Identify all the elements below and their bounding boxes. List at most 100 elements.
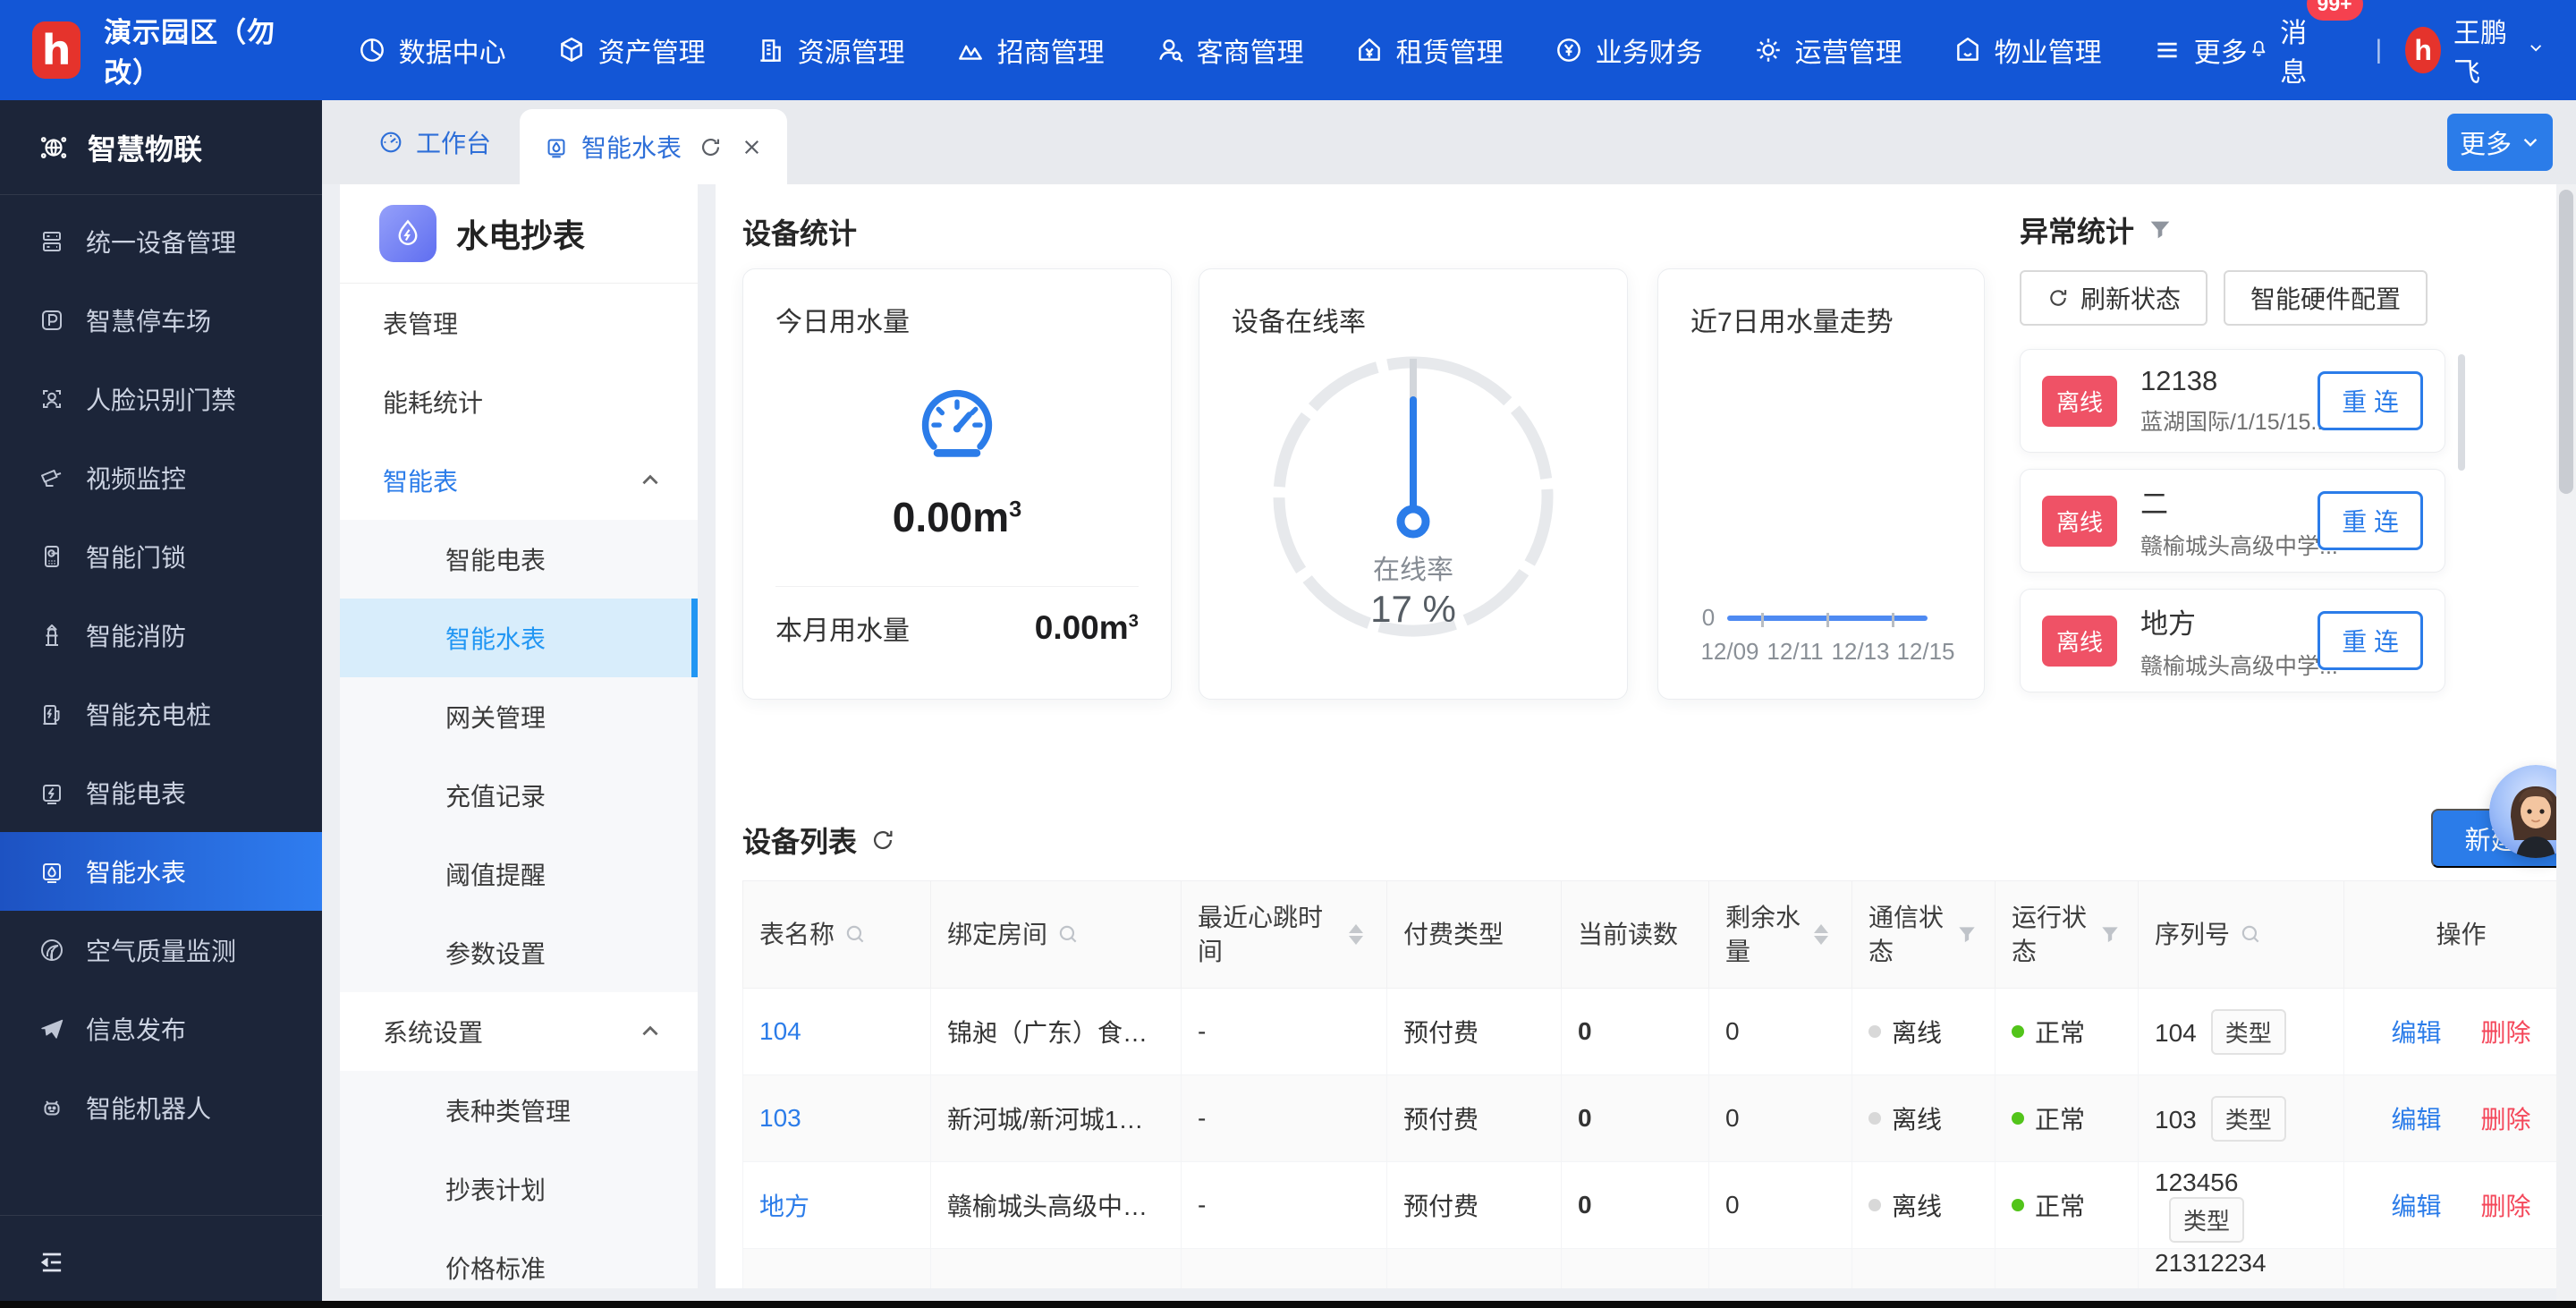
brand-logo-icon[interactable]: h xyxy=(32,21,80,79)
sidebar-item-robot[interactable]: 智能机器人 xyxy=(0,1068,322,1147)
trend-chart: 0 12/09 12/11 12/13 12/15 xyxy=(1690,559,1959,668)
reconnect-button[interactable]: 重 连 xyxy=(2318,371,2423,430)
search-icon[interactable] xyxy=(1056,922,1080,946)
refresh-status-button[interactable]: 刷新状态 xyxy=(2020,270,2207,326)
tabbar-more-button[interactable]: 更多 xyxy=(2447,114,2553,171)
submenu-item-price-standard[interactable]: 价格标准 xyxy=(340,1228,698,1288)
nav-item-resource[interactable]: 资源管理 xyxy=(756,30,905,70)
tab-smart-water-meter[interactable]: 智能水表 xyxy=(520,109,787,184)
sidebar-item-parking[interactable]: 智慧停车场 xyxy=(0,281,322,360)
sort-control[interactable] xyxy=(1814,924,1828,945)
edit-action[interactable]: 编辑 xyxy=(2391,1019,2441,1047)
offline-dot xyxy=(1868,1025,1881,1038)
tabbar-more-label: 更多 xyxy=(2460,123,2512,161)
device-location: 赣榆城头高级中学... xyxy=(2140,649,2318,681)
delete-action[interactable]: 删除 xyxy=(2481,1193,2531,1220)
meter-name-link[interactable]: 104 xyxy=(759,1017,801,1045)
collapse-menu-icon[interactable] xyxy=(36,1246,68,1278)
hardware-config-button[interactable]: 智能硬件配置 xyxy=(2224,270,2428,326)
reconnect-button[interactable]: 重 连 xyxy=(2318,611,2423,670)
water-meter-icon xyxy=(38,857,66,886)
nav-item-merchant[interactable]: 客商管理 xyxy=(1155,30,1304,70)
sort-control[interactable] xyxy=(1349,924,1363,945)
submenu-item-meter-types[interactable]: 表种类管理 xyxy=(340,1071,698,1150)
submenu-item-params[interactable]: 参数设置 xyxy=(340,913,698,992)
nav-item-investment[interactable]: 招商管理 xyxy=(955,30,1105,70)
submenu-group-system-settings[interactable]: 系统设置 xyxy=(340,992,698,1071)
submenu-item-recharge[interactable]: 充值记录 xyxy=(340,756,698,835)
abnormal-scrollbar[interactable] xyxy=(2458,354,2465,471)
type-tag[interactable]: 类型 xyxy=(2169,1197,2244,1243)
nav-item-data-center[interactable]: 数据中心 xyxy=(357,30,506,70)
submenu-item-energy-stats[interactable]: 能耗统计 xyxy=(340,362,698,441)
sidebar-item-broadcast[interactable]: 信息发布 xyxy=(0,989,322,1068)
search-icon[interactable] xyxy=(2239,922,2262,946)
refresh-icon[interactable] xyxy=(869,827,896,854)
filter-icon[interactable] xyxy=(2098,923,2122,947)
chevron-up-icon xyxy=(639,1020,662,1043)
filter-icon[interactable] xyxy=(2147,217,2174,243)
type-tag[interactable]: 类型 xyxy=(2211,1096,2286,1142)
run-status: 正常 xyxy=(2012,1187,2122,1223)
tab-label: 工作台 xyxy=(416,124,491,160)
month-usage-label: 本月用水量 xyxy=(775,608,910,648)
nav-item-lease[interactable]: 租赁管理 xyxy=(1354,30,1504,70)
nav-item-label: 更多 xyxy=(2194,30,2248,70)
house-yen-icon xyxy=(1354,35,1385,65)
meter-name-link[interactable]: 地方 xyxy=(759,1193,809,1220)
search-icon[interactable] xyxy=(843,922,867,946)
park-name[interactable]: 演示园区（勿改） xyxy=(104,10,298,90)
delete-action[interactable]: 删除 xyxy=(2481,1019,2531,1047)
sidebar-item-air-quality[interactable]: 空气质量监测 xyxy=(0,911,322,989)
network-icon xyxy=(38,132,70,164)
today-usage-card: 今日用水量 0.00 xyxy=(742,268,1172,700)
sidebar-item-charging[interactable]: 智能充电桩 xyxy=(0,675,322,753)
sidebar-item-label: 智能充电桩 xyxy=(86,696,211,732)
sidebar-item-face-access[interactable]: 人脸识别门禁 xyxy=(0,360,322,438)
submenu-item-smart-electric[interactable]: 智能电表 xyxy=(340,520,698,599)
submenu-item-reading-plan[interactable]: 抄表计划 xyxy=(340,1150,698,1228)
tab-close-icon[interactable] xyxy=(740,135,764,159)
nav-item-label: 客商管理 xyxy=(1197,30,1304,70)
device-name: 地方 xyxy=(2140,601,2318,641)
workspace: 工作台 智能水表 更多 xyxy=(322,100,2576,1308)
delete-action[interactable]: 删除 xyxy=(2481,1106,2531,1134)
sidebar-item-door-lock[interactable]: 智能门锁 xyxy=(0,517,322,596)
nav-item-label: 招商管理 xyxy=(997,30,1105,70)
tab-refresh-icon[interactable] xyxy=(699,135,723,159)
tab-workbench[interactable]: 工作台 xyxy=(349,100,520,184)
messages-button[interactable]: 消息 99+ xyxy=(2248,11,2322,89)
sidebar-item-water-meter[interactable]: 智能水表 xyxy=(0,832,322,911)
meter-name-link[interactable]: 103 xyxy=(759,1104,801,1132)
sidebar-item-device-manage[interactable]: 统一设备管理 xyxy=(0,202,322,281)
page-scrollbar[interactable] xyxy=(2556,184,2576,1308)
sidebar-item-cctv[interactable]: 视频监控 xyxy=(0,438,322,517)
sidebar-item-label: 信息发布 xyxy=(86,1011,186,1047)
filter-icon[interactable] xyxy=(1955,923,1979,947)
sidebar-item-electric-meter[interactable]: 智能电表 xyxy=(0,753,322,832)
edit-action[interactable]: 编辑 xyxy=(2391,1193,2441,1220)
type-tag[interactable]: 类型 xyxy=(2211,1009,2286,1055)
submenu-item-meter-manage[interactable]: 表管理 xyxy=(340,284,698,362)
nav-item-more[interactable]: 更多 xyxy=(2152,30,2248,70)
submenu-item-gateway[interactable]: 网关管理 xyxy=(340,677,698,756)
y-zero-label: 0 xyxy=(1702,604,1715,631)
scrollbar-thumb[interactable] xyxy=(2559,190,2573,494)
submenu-group-smart-meter[interactable]: 智能表 xyxy=(340,441,698,520)
nav-item-finance[interactable]: 业务财务 xyxy=(1554,30,1703,70)
user-menu[interactable]: h 王鹏飞 xyxy=(2405,11,2544,89)
nav-item-property[interactable]: 物业管理 xyxy=(1953,30,2102,70)
submenu-item-smart-water[interactable]: 智能水表 xyxy=(340,599,698,677)
nav-item-operations[interactable]: 运营管理 xyxy=(1753,30,1902,70)
device-list-title: 设备列表 xyxy=(742,820,857,861)
reconnect-button[interactable]: 重 连 xyxy=(2318,491,2423,550)
sidebar-item-fire[interactable]: 智能消防 xyxy=(0,596,322,675)
top-nav: h 演示园区（勿改） 数据中心 资产管理 资源管理 招商管理 客商管理 xyxy=(0,0,2576,100)
device-list-section: 设备列表 新建表 xyxy=(742,809,2556,1288)
nav-item-asset[interactable]: 资产管理 xyxy=(556,30,706,70)
device-name: 二 xyxy=(2140,481,2318,522)
submenu-item-threshold[interactable]: 阈值提醒 xyxy=(340,835,698,913)
sidebar-item-label: 统一设备管理 xyxy=(86,224,236,259)
paper-plane-icon xyxy=(38,1015,66,1043)
edit-action[interactable]: 编辑 xyxy=(2391,1106,2441,1134)
